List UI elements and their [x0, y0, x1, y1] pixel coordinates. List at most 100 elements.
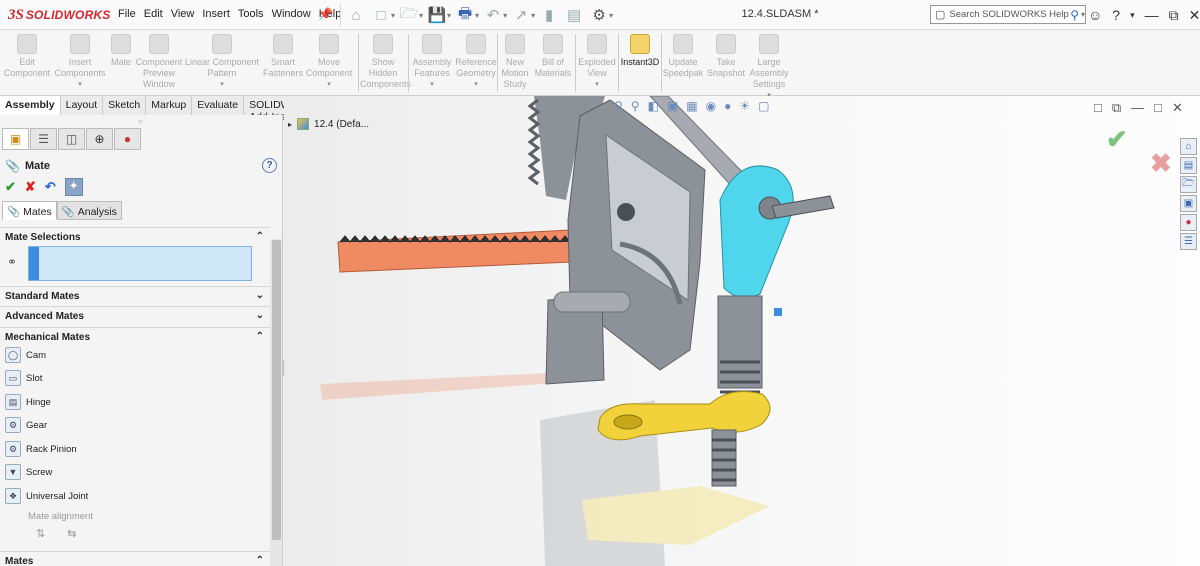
- anti-aligned-icon[interactable]: ⇆: [67, 527, 76, 540]
- tab-layout[interactable]: Layout: [60, 96, 104, 115]
- gear-icon[interactable]: ⚙: [588, 4, 610, 26]
- guide-pin[interactable]: [553, 291, 631, 313]
- chevron-down-icon[interactable]: ▾: [184, 79, 260, 90]
- chevron-up-icon[interactable]: ⌃: [256, 231, 264, 242]
- smart-fasteners-button[interactable]: Smart Fasteners: [258, 34, 308, 79]
- home-icon[interactable]: ⌂: [345, 4, 367, 26]
- select-cursor-icon[interactable]: ↗: [510, 4, 532, 26]
- insert-components-button[interactable]: Insert Components ▾: [52, 34, 108, 90]
- minimize-icon[interactable]: —: [1131, 100, 1144, 116]
- cam-follower[interactable]: [719, 165, 794, 299]
- restore-icon[interactable]: ⧉: [1169, 7, 1179, 24]
- aligned-icon[interactable]: ⇅: [36, 527, 45, 540]
- tab-sketch[interactable]: Sketch: [103, 96, 147, 115]
- chevron-down-icon[interactable]: ⌄: [256, 310, 264, 321]
- search-input[interactable]: Search SOLIDWORKS Help: [949, 9, 1070, 20]
- mate-selections-list[interactable]: [28, 246, 252, 281]
- chevron-down-icon[interactable]: ▾: [52, 79, 108, 90]
- tab-markup[interactable]: Markup: [146, 96, 193, 115]
- chevron-down-icon[interactable]: ▾: [503, 11, 507, 20]
- close-icon[interactable]: ✕: [1189, 7, 1200, 24]
- follower-shaft[interactable]: [717, 295, 763, 389]
- property-manager-tab[interactable]: ☰: [30, 128, 57, 150]
- search-icon[interactable]: ⚲: [1070, 8, 1079, 22]
- hide-show-icon[interactable]: ◉: [706, 99, 716, 113]
- menu-tools[interactable]: Tools: [234, 8, 268, 20]
- zoom-to-fit-icon[interactable]: ⚲: [614, 99, 623, 113]
- chevron-down-icon[interactable]: ▾: [475, 11, 479, 20]
- assembly-model-scene[interactable]: [284, 96, 1200, 566]
- chevron-down-icon[interactable]: ▾: [1130, 10, 1135, 21]
- help-question-icon[interactable]: ?: [1112, 7, 1120, 23]
- large-assembly-settings-button[interactable]: Large Assembly Settings▾: [746, 34, 792, 101]
- chevron-up-icon[interactable]: ⌃: [256, 555, 264, 566]
- view-settings-icon[interactable]: ▢: [758, 99, 769, 113]
- expand-arrow-icon[interactable]: ▸: [288, 120, 292, 129]
- show-hidden-button[interactable]: Show Hidden Components: [360, 34, 411, 90]
- graphics-area[interactable]: ▸ 12.4 (Defa... ⚲ ⚲ ◧ ▣ ▦ ◉ ● ☀ ▢ □ ⧉ — …: [284, 96, 1200, 566]
- restore-icon[interactable]: ⧉: [1112, 100, 1121, 116]
- display-manager-tab[interactable]: ●: [114, 128, 141, 150]
- custom-properties-icon[interactable]: ☰: [1180, 233, 1197, 250]
- tab-analysis[interactable]: 📎 Analysis: [56, 201, 122, 220]
- section-standard-mates[interactable]: Standard Mates ⌄: [0, 286, 270, 305]
- chevron-down-icon[interactable]: ▾: [419, 11, 423, 20]
- mate-option-screw[interactable]: ▼ Screw: [5, 462, 52, 482]
- tab-assembly[interactable]: Assembly: [0, 96, 61, 115]
- view-palette-icon[interactable]: ▣: [1180, 195, 1197, 212]
- undo-icon[interactable]: ↶: [482, 4, 504, 26]
- confirm-cancel-icon[interactable]: ✖: [1150, 148, 1172, 179]
- mate-option-rack-pinion[interactable]: ⚙ Rack Pinion: [5, 439, 77, 459]
- close-icon[interactable]: ✕: [1172, 100, 1183, 116]
- appearances-icon[interactable]: ●: [1180, 214, 1197, 231]
- section-view-icon[interactable]: ◧: [648, 99, 659, 113]
- chevron-down-icon[interactable]: ▾: [391, 11, 395, 20]
- menu-window[interactable]: Window: [268, 8, 315, 20]
- tab-mates[interactable]: 📎 Mates: [2, 201, 57, 220]
- maximize-icon[interactable]: □: [1154, 100, 1162, 116]
- chevron-down-icon[interactable]: ▾: [531, 11, 535, 20]
- zoom-area-icon[interactable]: ⚲: [631, 99, 640, 113]
- tab-evaluate[interactable]: Evaluate: [192, 96, 245, 115]
- panel-grip-icon[interactable]: ○: [138, 117, 143, 126]
- pin-dialog-icon[interactable]: ✦: [64, 178, 83, 196]
- instant3d-button[interactable]: Instant3D: [619, 34, 661, 68]
- feature-manager-tab[interactable]: ▣: [2, 128, 29, 150]
- threaded-rod[interactable]: [711, 429, 737, 487]
- menu-insert[interactable]: Insert: [198, 8, 234, 20]
- chevron-down-icon[interactable]: ▾: [304, 79, 354, 90]
- confirm-check-icon[interactable]: ✔: [1106, 124, 1128, 155]
- mate-option-slot[interactable]: ▭ Slot: [5, 368, 42, 388]
- chevron-down-icon[interactable]: ▾: [1081, 10, 1085, 19]
- section-advanced-mates[interactable]: Advanced Mates ⌄: [0, 306, 270, 325]
- file-properties-icon[interactable]: ▤: [563, 4, 585, 26]
- open-folder-icon[interactable]: 🗁: [398, 4, 420, 26]
- scene-icon[interactable]: ☀: [739, 99, 750, 113]
- user-icon[interactable]: ☺: [1088, 7, 1102, 23]
- help-icon[interactable]: ?: [262, 158, 277, 173]
- move-component-button[interactable]: Move Component ▾: [304, 34, 354, 90]
- update-speedpak-button[interactable]: Update Speedpak: [662, 34, 704, 79]
- bill-of-materials-button[interactable]: Bill of Materials: [532, 34, 574, 79]
- chevron-down-icon[interactable]: ▾: [410, 79, 454, 90]
- section-mate-selections[interactable]: Mate Selections ⌃: [0, 227, 270, 246]
- mate-option-gear[interactable]: ⚙ Gear: [5, 415, 47, 435]
- chevron-down-icon[interactable]: ▾: [609, 11, 613, 20]
- new-motion-study-button[interactable]: New Motion Study: [498, 34, 532, 90]
- appearance-icon[interactable]: ●: [724, 99, 731, 113]
- rebuild-icon[interactable]: ▮: [538, 4, 560, 26]
- chevron-down-icon[interactable]: ▾: [454, 79, 498, 90]
- linear-pattern-button[interactable]: Linear Component Pattern ▾: [184, 34, 260, 90]
- cancel-x-icon[interactable]: ✘: [25, 179, 36, 195]
- mate-option-hinge[interactable]: ▤ Hinge: [5, 392, 51, 412]
- solidworks-logo[interactable]: 3S SOLIDWORKS: [8, 6, 111, 24]
- chevron-down-icon[interactable]: ▾: [447, 11, 451, 20]
- section-mates[interactable]: Mates ⌃: [0, 551, 270, 566]
- design-library-icon[interactable]: ▤: [1180, 157, 1197, 174]
- reference-geometry-button[interactable]: Reference Geometry ▾: [454, 34, 498, 90]
- exploded-view-button[interactable]: Exploded View ▾: [576, 34, 618, 90]
- mate-option-universal-joint[interactable]: ❖ Universal Joint: [5, 486, 88, 506]
- mate-option-cam[interactable]: ◯ Cam: [5, 345, 46, 365]
- display-style-icon[interactable]: ▦: [686, 99, 697, 113]
- menu-view[interactable]: View: [167, 8, 199, 20]
